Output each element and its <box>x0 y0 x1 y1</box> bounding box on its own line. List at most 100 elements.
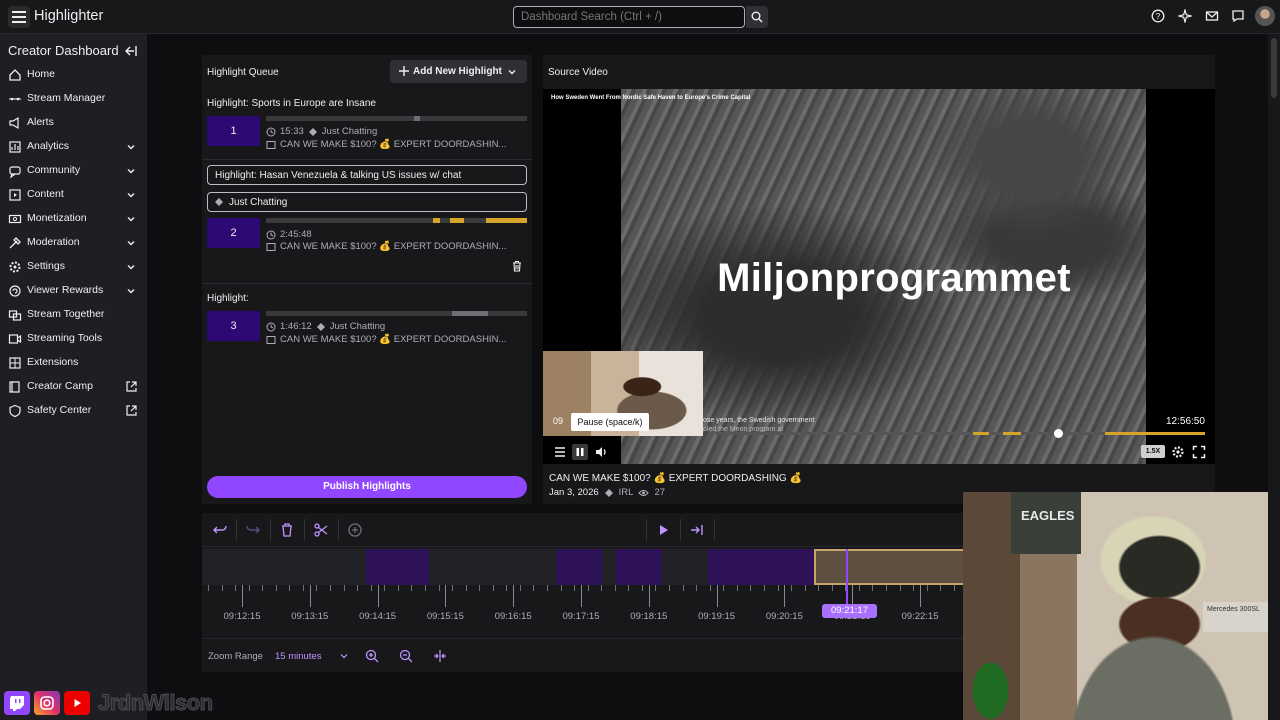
chat-icon[interactable] <box>1231 9 1247 25</box>
stream-date: Jan 3, 2026 <box>549 487 599 498</box>
zoom-range-select[interactable]: 15 minutes <box>275 651 321 662</box>
highlight-clip-bar[interactable] <box>266 116 527 121</box>
timeline-segment[interactable] <box>616 549 662 585</box>
avatar[interactable] <box>1255 6 1275 26</box>
ruler-tick-label: 09:14:15 <box>359 611 397 622</box>
sidebar-item-analytics[interactable]: Analytics <box>0 136 147 158</box>
sidebar-item-monetization[interactable]: Monetization <box>0 208 147 230</box>
chevron-down-icon[interactable] <box>125 285 137 297</box>
playback-speed[interactable]: 1.5X <box>1141 445 1165 458</box>
sidebar-item-extensions[interactable]: Extensions <box>0 352 147 374</box>
trash-icon[interactable] <box>511 260 523 272</box>
settings-icon[interactable] <box>1171 445 1185 459</box>
fit-timeline-icon[interactable] <box>433 649 447 663</box>
ruler-minor-tick <box>519 585 521 591</box>
stream-title-icon <box>266 335 276 344</box>
redo-icon[interactable] <box>245 522 261 538</box>
publish-highlights-button[interactable]: Publish Highlights <box>207 476 527 498</box>
chevron-down-icon[interactable] <box>125 237 137 249</box>
sidebar-item-safety-center[interactable]: Safety Center <box>0 400 147 422</box>
sidebar-item-label: Community <box>27 164 81 176</box>
scissors-icon[interactable] <box>313 522 329 538</box>
play-icon[interactable] <box>655 522 671 538</box>
menu-icon[interactable] <box>8 6 30 28</box>
ruler-minor-tick <box>926 585 928 591</box>
video-player[interactable]: How Sweden Went From Nordic Safe Haven t… <box>543 89 1215 464</box>
list-icon[interactable] <box>553 445 567 459</box>
monetization-icon <box>8 214 22 224</box>
fullscreen-icon[interactable] <box>1192 445 1206 459</box>
inbox-icon[interactable] <box>1205 9 1221 25</box>
pause-button[interactable] <box>572 444 588 460</box>
timeline-segment[interactable] <box>366 549 429 585</box>
add-new-highlight-label: Add New Highlight <box>413 66 502 77</box>
jump-to-end-icon[interactable] <box>689 522 705 538</box>
seek-bar[interactable] <box>715 429 1205 438</box>
trash-icon[interactable] <box>279 522 295 538</box>
highlight-stream-title: CAN WE MAKE $100? 💰 EXPERT DOORDASHIN... <box>280 139 507 150</box>
separator <box>236 519 237 541</box>
highlight-duration: 15:33 <box>280 126 304 137</box>
chevron-down-icon[interactable] <box>125 213 137 225</box>
sidebar-item-home[interactable]: Home <box>0 64 147 86</box>
seek-thumb[interactable] <box>1054 429 1063 438</box>
highlight-title-input[interactable]: Highlight: Hasan Venezuela & talking US … <box>207 165 527 185</box>
scrollbar[interactable] <box>1268 34 1280 720</box>
sidebar-item-stream-together[interactable]: Stream Together <box>0 304 147 326</box>
chevron-down-icon[interactable] <box>339 651 349 661</box>
volume-icon[interactable] <box>594 445 608 459</box>
ruler-major-tick <box>242 585 243 607</box>
add-clip-icon[interactable] <box>347 522 363 538</box>
help-icon[interactable]: ? <box>1151 9 1167 25</box>
highlight-title[interactable]: Highlight: <box>207 293 249 304</box>
search-icon[interactable] <box>746 6 768 28</box>
highlight-number[interactable]: 3 <box>207 311 260 341</box>
highlight-number[interactable]: 2 <box>207 218 260 248</box>
sidebar-item-stream-manager[interactable]: Stream Manager <box>0 88 147 110</box>
pause-tooltip: Pause (space/k) <box>571 413 649 431</box>
analytics-icon <box>9 141 21 153</box>
chevron-down-icon[interactable] <box>125 261 137 273</box>
sidebar-item-viewer-rewards[interactable]: Viewer Rewards <box>0 280 147 302</box>
sidebar-item-label: Analytics <box>27 140 70 152</box>
social-handle: JrdnWilson <box>98 690 214 716</box>
sidebar-item-alerts[interactable]: Alerts <box>0 112 147 134</box>
zoom-out-icon[interactable] <box>399 649 413 663</box>
sparkle-icon[interactable] <box>1178 9 1194 25</box>
instagram-icon <box>34 691 60 715</box>
chevron-down-icon[interactable] <box>125 141 137 153</box>
sidebar-item-settings[interactable]: Settings <box>0 256 147 278</box>
add-new-highlight-button[interactable]: Add New Highlight <box>390 60 527 83</box>
sidebar-item-streaming-tools[interactable]: Streaming Tools <box>0 328 147 350</box>
highlight-queue-panel: Highlight Queue Add New Highlight Highli… <box>202 55 532 504</box>
external-link-icon[interactable] <box>125 380 138 393</box>
search-input[interactable] <box>513 6 745 28</box>
timeline-segment[interactable] <box>708 549 814 585</box>
sidebar-item-moderation[interactable]: Moderation <box>0 232 147 254</box>
ruler-minor-tick <box>858 585 860 591</box>
timeline-track[interactable] <box>202 549 963 585</box>
selected-clip-region[interactable] <box>814 549 963 585</box>
chevron-down-icon[interactable] <box>125 189 137 201</box>
gamepad-icon <box>215 198 223 206</box>
ruler-tick-label: 09:16:15 <box>494 611 532 622</box>
external-link-icon[interactable] <box>125 404 138 417</box>
undo-icon[interactable] <box>212 522 228 538</box>
sidebar-item-content[interactable]: Content <box>0 184 147 206</box>
playhead[interactable] <box>846 549 848 611</box>
sidebar-item-label: Settings <box>27 260 65 272</box>
chevron-down-icon[interactable] <box>125 165 137 177</box>
timeline-segment[interactable] <box>556 549 602 585</box>
collapse-sidebar-icon[interactable] <box>124 44 138 58</box>
highlight-number[interactable]: 1 <box>207 116 260 146</box>
sidebar-item-creator-camp[interactable]: Creator Camp <box>0 376 147 398</box>
ruler-minor-tick <box>587 585 589 591</box>
highlight-clip-bar[interactable] <box>266 218 527 223</box>
zoom-in-icon[interactable] <box>365 649 379 663</box>
highlight-title[interactable]: Highlight: Sports in Europe are Insane <box>207 98 376 109</box>
sidebar-item-community[interactable]: Community <box>0 160 147 182</box>
category-input[interactable]: Just Chatting <box>207 192 527 212</box>
separator <box>304 519 305 541</box>
highlight-clip-bar[interactable] <box>266 311 527 316</box>
chevron-down-icon[interactable] <box>506 66 518 78</box>
